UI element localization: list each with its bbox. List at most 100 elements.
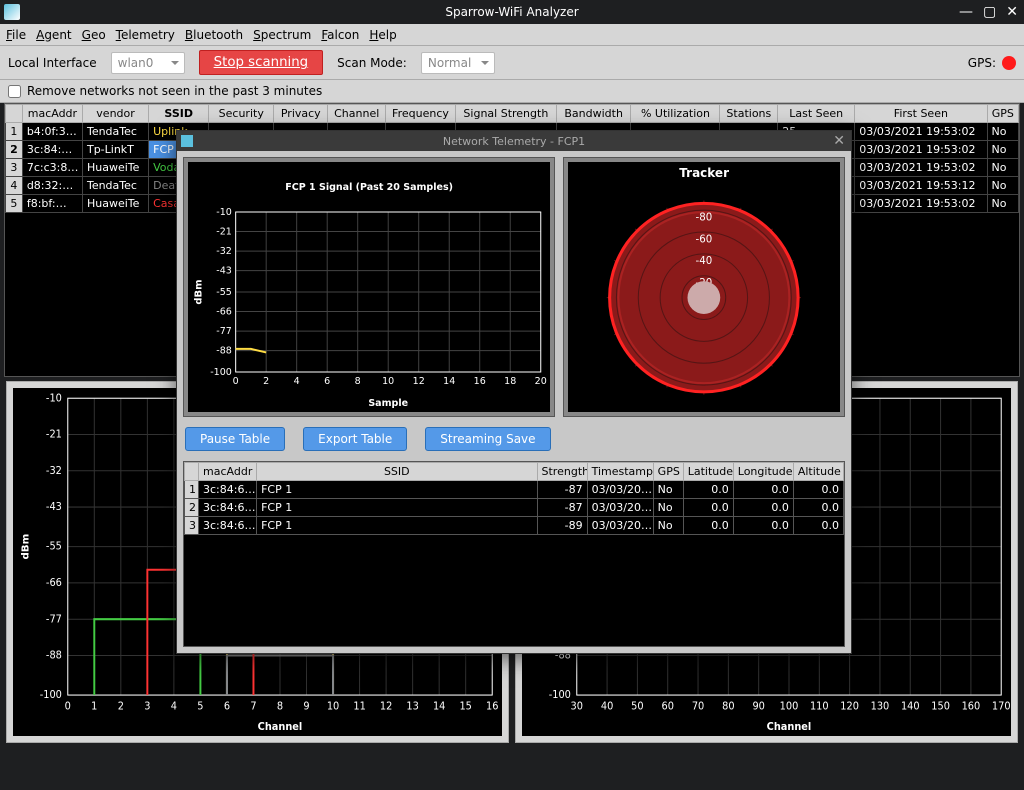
svg-text:2: 2 [263,376,269,387]
svg-text:dBm: dBm [21,534,32,560]
col-ssid[interactable]: SSID [149,105,209,123]
svg-text:4: 4 [171,701,177,712]
svg-text:50: 50 [631,701,643,712]
col-gps[interactable]: GPS [653,463,683,481]
col-frequency[interactable]: Frequency [386,105,456,123]
svg-text:110: 110 [810,701,829,712]
iface-select[interactable]: wlan0 [111,52,185,74]
svg-text:3: 3 [144,701,150,712]
dialog-titlebar: Network Telemetry - FCP1 ✕ [177,131,851,151]
col-firstseen[interactable]: First Seen [855,105,987,123]
menu-falcon[interactable]: Falcon [321,28,359,42]
svg-text:-21: -21 [46,429,62,440]
signal-plot: FCP 1 Signal (Past 20 Samples)-10-21-32-… [183,157,555,417]
col-latitude[interactable]: Latitude [683,463,733,481]
menu-telemetry[interactable]: Telemetry [116,28,175,42]
col-macaddr[interactable]: macAddr [199,463,257,481]
col-channel[interactable]: Channel [328,105,386,123]
svg-text:170: 170 [992,701,1011,712]
svg-text:-100: -100 [210,367,232,378]
svg-text:150: 150 [931,701,950,712]
svg-text:90: 90 [752,701,764,712]
filter-checkbox[interactable] [8,85,21,98]
col-longitude[interactable]: Longitude [733,463,793,481]
col-utilization[interactable]: % Utilization [631,105,720,123]
col-lastseen[interactable]: Last Seen [778,105,855,123]
col-signalstrength[interactable]: Signal Strength [455,105,556,123]
dialog-close-icon[interactable]: ✕ [833,133,845,149]
filter-row: Remove networks not seen in the past 3 m… [0,80,1024,103]
col-vendor[interactable]: vendor [82,105,148,123]
menu-help[interactable]: Help [369,28,396,42]
svg-text:-77: -77 [46,614,62,625]
streaming-save-button[interactable]: Streaming Save [425,427,550,451]
col-altitude[interactable]: Altitude [793,463,843,481]
svg-text:-77: -77 [216,326,232,337]
col-bandwidth[interactable]: Bandwidth [556,105,631,123]
svg-text:Sample: Sample [368,398,408,409]
mode-select[interactable]: Normal [421,52,495,74]
pause-table-button[interactable]: Pause Table [185,427,285,451]
svg-text:-60: -60 [696,234,713,245]
svg-text:11: 11 [353,701,365,712]
svg-text:-55: -55 [216,287,232,298]
svg-text:14: 14 [433,701,445,712]
col-strength[interactable]: Strength [537,463,587,481]
table-row[interactable]: 13c:84:6…FCP 1 -8703/03/20…No 0.00.00.0 [185,481,844,499]
svg-text:-10: -10 [216,207,232,218]
svg-text:30: 30 [571,701,583,712]
tracker-plot: Tracker -80-60-40-20 [563,157,845,417]
gps-status-icon [1002,56,1016,70]
export-table-button[interactable]: Export Table [303,427,407,451]
svg-text:-80: -80 [696,212,713,223]
svg-text:-40: -40 [696,256,713,267]
svg-text:-66: -66 [46,578,62,589]
dialog-icon [181,135,193,147]
svg-text:8: 8 [355,376,361,387]
svg-text:dBm: dBm [194,279,205,304]
iface-label: Local Interface [8,56,97,70]
svg-text:20: 20 [535,376,547,387]
table-row[interactable]: 23c:84:6…FCP 1 -8703/03/20…No 0.00.00.0 [185,499,844,517]
svg-text:5: 5 [197,701,203,712]
svg-text:6: 6 [224,701,230,712]
col-security[interactable]: Security [209,105,274,123]
svg-text:140: 140 [901,701,920,712]
table-row[interactable]: 33c:84:6…FCP 1 -8903/03/20…No 0.00.00.0 [185,517,844,535]
svg-text:15: 15 [459,701,471,712]
svg-text:8: 8 [277,701,283,712]
telemetry-table[interactable]: macAddrSSIDStrengthTimestampGPSLatitudeL… [183,461,845,647]
svg-text:Channel: Channel [767,722,812,733]
close-icon[interactable]: ✕ [1006,4,1018,20]
col-privacy[interactable]: Privacy [274,105,328,123]
maximize-icon[interactable]: ▢ [983,4,996,20]
svg-text:18: 18 [504,376,516,387]
svg-text:10: 10 [382,376,394,387]
svg-text:2: 2 [118,701,124,712]
svg-text:-43: -43 [216,265,232,276]
col-timestamp[interactable]: Timestamp [587,463,653,481]
svg-text:-21: -21 [216,226,232,237]
svg-text:16: 16 [474,376,486,387]
svg-text:13: 13 [406,701,418,712]
svg-text:-43: -43 [46,502,62,513]
svg-text:-66: -66 [216,306,232,317]
svg-text:-10: -10 [46,393,62,404]
menu-bluetooth[interactable]: Bluetooth [185,28,243,42]
col-stations[interactable]: Stations [720,105,778,123]
col-ssid[interactable]: SSID [257,463,537,481]
svg-text:16: 16 [486,701,498,712]
svg-text:-88: -88 [46,650,62,661]
col-macaddr[interactable]: macAddr [22,105,82,123]
menu-agent[interactable]: Agent [36,28,72,42]
col-gps[interactable]: GPS [987,105,1018,123]
minimize-icon[interactable]: — [959,4,973,20]
menu-spectrum[interactable]: Spectrum [253,28,311,42]
scan-button[interactable]: Stop scanning [199,50,323,75]
menu-geo[interactable]: Geo [82,28,106,42]
svg-text:-88: -88 [216,345,232,356]
telemetry-dialog: Network Telemetry - FCP1 ✕ FCP 1 Signal … [176,130,852,654]
menu-file[interactable]: File [6,28,26,42]
svg-text:0: 0 [233,376,239,387]
svg-text:70: 70 [692,701,704,712]
